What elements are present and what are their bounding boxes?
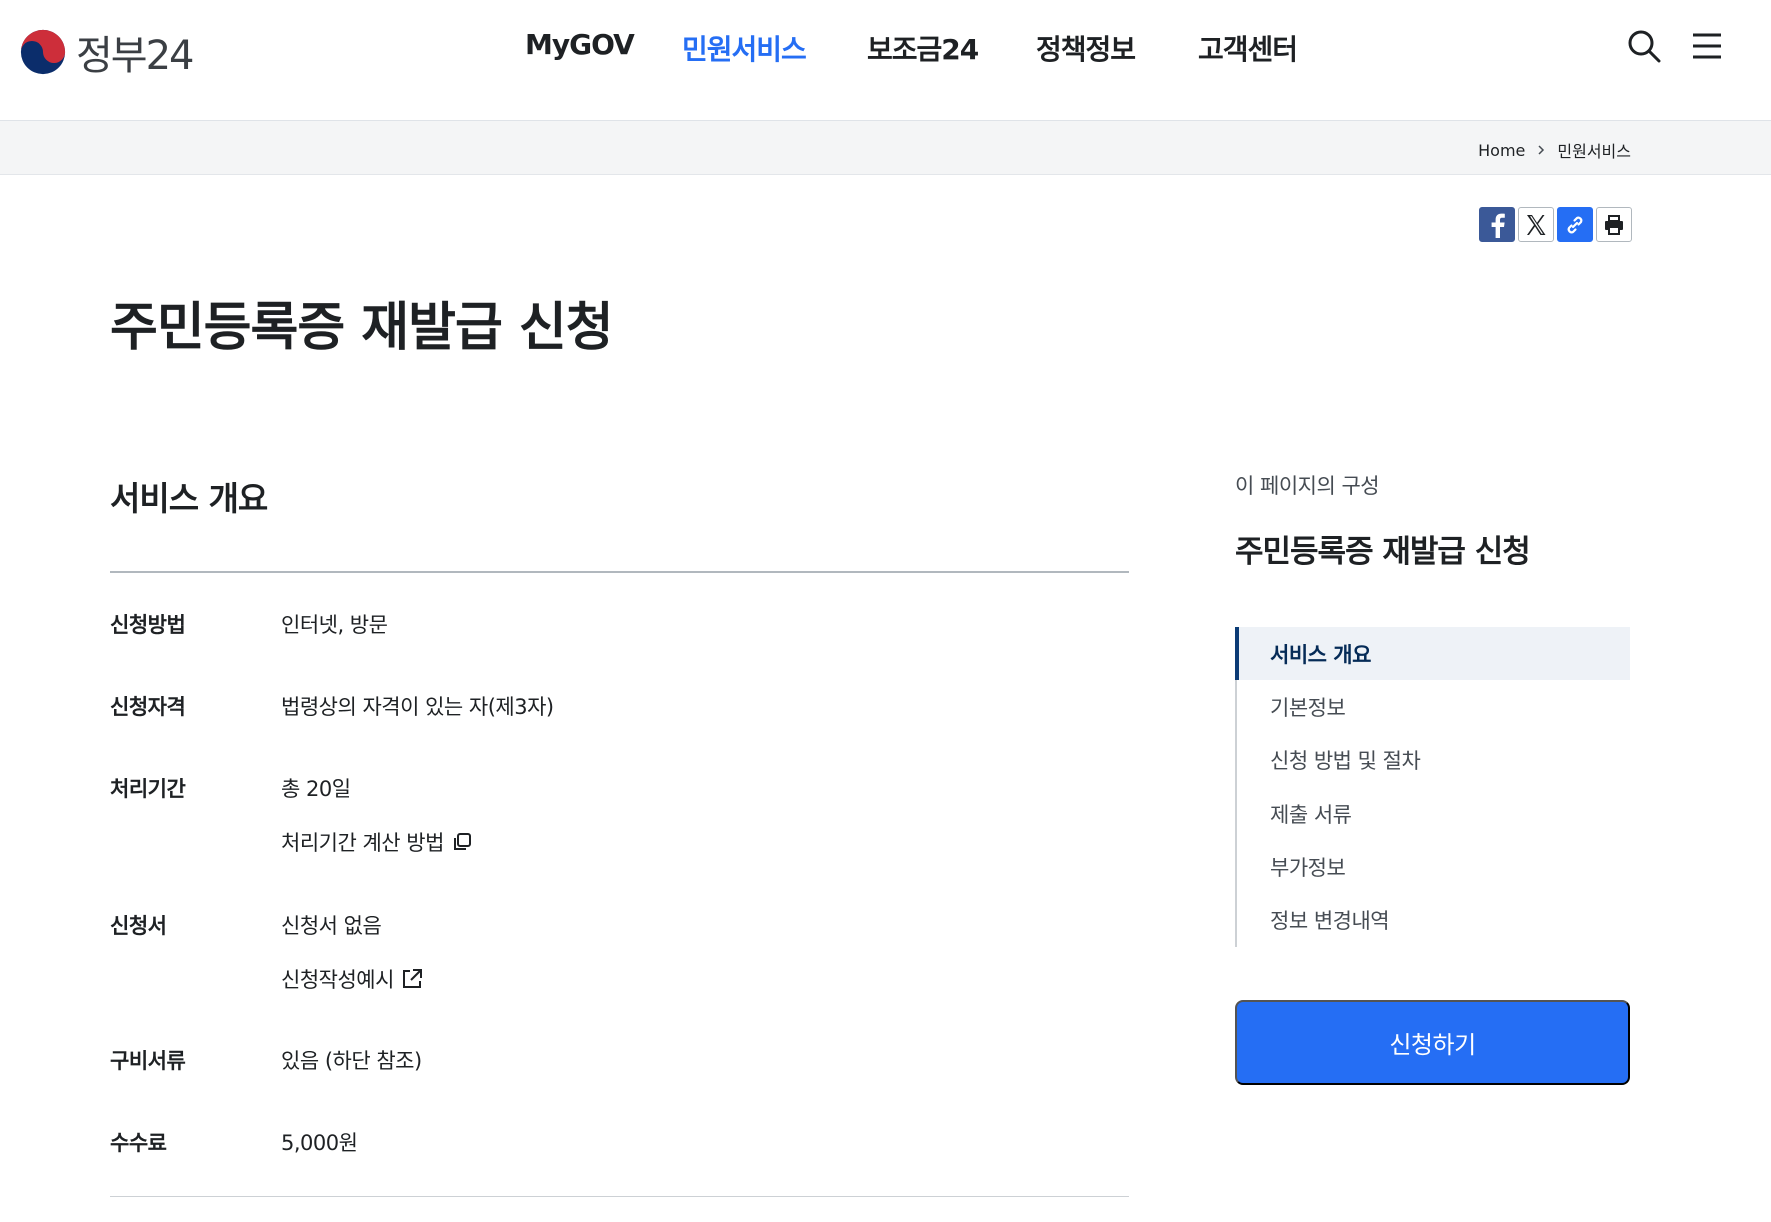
breadcrumb-bar: Home 민원서비스: [0, 121, 1771, 175]
page-title: 주민등록증 재발급 신청: [110, 298, 614, 358]
x-share-button[interactable]: [1518, 207, 1554, 242]
toc-item-change-history[interactable]: 정보 변경내역: [1237, 893, 1630, 946]
breadcrumb-current[interactable]: 민원서비스: [1557, 138, 1631, 162]
link-text: 처리기간 계산 방법: [281, 831, 444, 855]
nav-item-subsidy24[interactable]: 보조금24: [867, 28, 979, 68]
hamburger-menu-icon[interactable]: [1690, 30, 1724, 62]
facebook-share-button[interactable]: [1479, 207, 1515, 242]
nav-item-civil-services[interactable]: 민원서비스: [682, 28, 807, 68]
label-application-method: 신청방법: [110, 613, 186, 637]
popup-window-icon: [453, 833, 471, 850]
value-text: 총 20일: [281, 777, 351, 801]
nav-item-customer-center[interactable]: 고객센터: [1198, 28, 1298, 68]
label-application-form: 신청서: [110, 914, 167, 938]
value-text: 신청서 없음: [281, 914, 382, 938]
value-text: 있음 (하단 참조): [281, 1049, 422, 1073]
toc-item-service-overview[interactable]: 서비스 개요: [1235, 627, 1630, 680]
value-text: 인터넷, 방문: [281, 613, 388, 637]
toc-title: 주민등록증 재발급 신청: [1235, 534, 1531, 570]
application-example-link[interactable]: 신청작성예시: [281, 964, 424, 994]
toc-item-submission-documents[interactable]: 제출 서류: [1237, 787, 1630, 840]
toc-item-additional-info[interactable]: 부가정보: [1237, 840, 1630, 893]
value-text: 5,000원: [281, 1131, 358, 1155]
toc-item-method-procedure[interactable]: 신청 방법 및 절차: [1237, 733, 1630, 786]
toc-caption: 이 페이지의 구성: [1235, 474, 1380, 498]
value-application-form: 신청서 없음: [281, 910, 382, 940]
external-link-icon: [402, 969, 422, 988]
facebook-icon: [1491, 213, 1505, 238]
breadcrumb: Home 민원서비스: [1478, 138, 1631, 162]
value-processing-period: 총 20일: [281, 773, 351, 803]
label-fee: 수수료: [110, 1131, 167, 1155]
value-required-documents: 있음 (하단 참조): [281, 1045, 422, 1075]
nav-item-mygov[interactable]: MyGOV: [525, 28, 635, 61]
search-icon[interactable]: [1626, 28, 1662, 64]
chevron-right-icon: [1538, 145, 1545, 155]
share-toolbar: [1479, 207, 1632, 242]
divider: [110, 1196, 1129, 1197]
copy-link-button[interactable]: [1557, 207, 1593, 242]
page-toc: 서비스 개요 기본정보 신청 방법 및 절차 제출 서류 부가정보 정보 변경내…: [1235, 627, 1630, 947]
link-text: 신청작성예시: [281, 968, 394, 992]
print-button[interactable]: [1596, 207, 1632, 242]
nav-item-policy-info[interactable]: 정책정보: [1036, 28, 1136, 68]
value-eligibility: 법령상의 자격이 있는 자(제3자): [281, 691, 554, 721]
x-twitter-icon: [1527, 214, 1546, 235]
label-processing-period: 처리기간: [110, 777, 186, 801]
global-navigation: MyGOV 민원서비스 보조금24 정책정보 고객센터: [0, 28, 1771, 68]
label-required-documents: 구비서류: [110, 1049, 186, 1073]
breadcrumb-home[interactable]: Home: [1478, 141, 1525, 160]
toc-item-basic-info[interactable]: 기본정보: [1237, 680, 1630, 733]
processing-period-calc-link[interactable]: 처리기간 계산 방법: [281, 827, 474, 857]
value-fee: 5,000원: [281, 1127, 358, 1157]
value-application-method: 인터넷, 방문: [281, 609, 388, 639]
link-icon: [1567, 216, 1583, 233]
site-header: 정부24 MyGOV 민원서비스 보조금24 정책정보 고객센터: [0, 0, 1771, 121]
value-text: 법령상의 자격이 있는 자(제3자): [281, 695, 554, 719]
divider: [110, 571, 1129, 573]
section-title-overview: 서비스 개요: [110, 479, 268, 518]
apply-button[interactable]: 신청하기: [1235, 1000, 1630, 1085]
print-icon: [1605, 214, 1623, 235]
label-eligibility: 신청자격: [110, 695, 186, 719]
